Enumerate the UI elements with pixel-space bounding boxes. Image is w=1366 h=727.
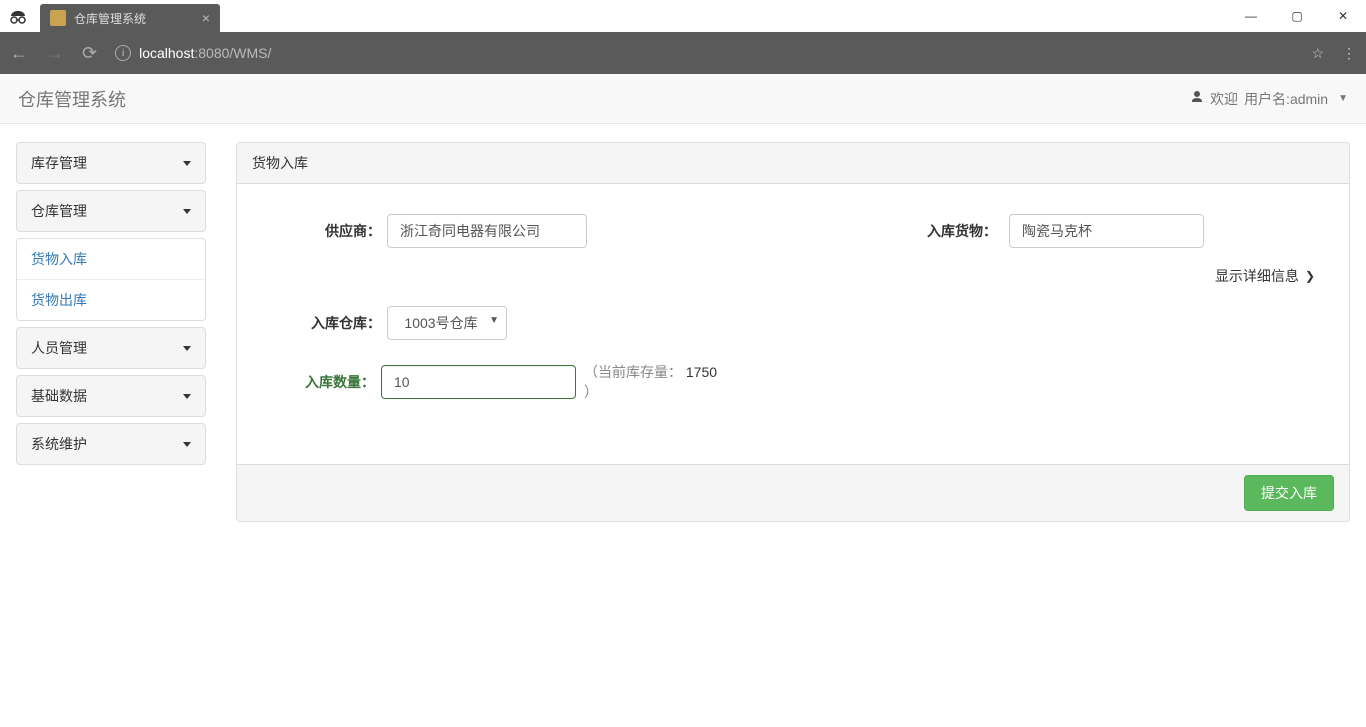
bookmark-icon[interactable]: ☆ [1311,45,1324,62]
show-detail-label: 显示详细信息 [1215,266,1299,286]
tab-title: 仓库管理系统 [74,10,146,27]
caret-icon [183,442,191,447]
main-content: 货物入库 供应商： 入库货物： 显示详细信息 ❯ [236,142,1350,522]
welcome-text: 欢迎 [1210,89,1238,109]
sidebar: 库存管理 仓库管理 货物入库 货物出库 人员管理 [16,142,206,522]
user-icon [1190,90,1204,107]
favicon-icon [50,10,66,26]
forward-button[interactable]: → [46,43,64,64]
browser-menu-icon[interactable]: ⋮ [1342,45,1356,62]
sidebar-item-system[interactable]: 系统维护 [16,423,206,465]
url-field[interactable]: i localhost:8080/WMS/ [115,45,1293,61]
supplier-label: 供应商： [267,221,387,241]
stock-value: 1750 [686,364,717,380]
close-window-button[interactable]: ✕ [1320,0,1366,32]
caret-icon [183,394,191,399]
tab-bar: 仓库管理系统 × — ▢ ✕ [0,0,1366,32]
caret-icon [183,346,191,351]
sidebar-label: 基础数据 [31,386,87,406]
browser-tab[interactable]: 仓库管理系统 × [40,4,220,32]
warehouse-label: 入库仓库： [267,313,387,333]
site-info-icon[interactable]: i [115,45,131,61]
sidebar-label: 人员管理 [31,338,87,358]
browser-chrome: 仓库管理系统 × — ▢ ✕ ← → ⟳ i localhost:8080/WM… [0,0,1366,74]
caret-down-icon: ▼ [1338,93,1348,104]
back-button[interactable]: ← [10,43,28,64]
app-header: 仓库管理系统 欢迎 用户名:admin ▼ [0,74,1366,124]
sidebar-item-basedata[interactable]: 基础数据 [16,375,206,417]
sidebar-label: 库存管理 [31,153,87,173]
sidebar-item-warehouse[interactable]: 仓库管理 [16,190,206,232]
sidebar-subitem-stock-in[interactable]: 货物入库 [17,239,205,280]
submit-button[interactable]: 提交入库 [1244,475,1334,511]
main-container: 库存管理 仓库管理 货物入库 货物出库 人员管理 [0,124,1366,540]
qty-label: 入库数量： [267,372,381,392]
url-path: /WMS/ [229,45,271,61]
incognito-icon [8,6,28,27]
sidebar-item-inventory[interactable]: 库存管理 [16,142,206,184]
minimize-button[interactable]: — [1228,0,1274,32]
qty-input[interactable] [381,365,576,399]
warehouse-select[interactable]: 1003号仓库 [387,306,507,340]
url-host: localhost [139,45,194,61]
sidebar-item-personnel[interactable]: 人员管理 [16,327,206,369]
caret-icon [183,161,191,166]
caret-icon [183,209,191,214]
sidebar-subitem-stock-out[interactable]: 货物出库 [17,280,205,320]
sidebar-submenu: 货物入库 货物出库 [16,238,206,321]
supplier-input[interactable] [387,214,587,248]
user-menu[interactable]: 欢迎 用户名:admin ▼ [1190,89,1348,109]
app-brand: 仓库管理系统 [18,86,126,112]
show-detail-toggle[interactable]: 显示详细信息 ❯ [1215,266,1315,286]
stock-hint: （当前库存量： 1750 ） [584,362,727,402]
reload-button[interactable]: ⟳ [82,43,97,64]
goods-input[interactable] [1009,214,1204,248]
maximize-button[interactable]: ▢ [1274,0,1320,32]
stock-in-panel: 货物入库 供应商： 入库货物： 显示详细信息 ❯ [236,142,1350,522]
address-bar: ← → ⟳ i localhost:8080/WMS/ ☆ ⋮ [0,32,1366,74]
sidebar-label: 系统维护 [31,434,87,454]
username-text: 用户名:admin [1244,89,1328,109]
close-tab-icon[interactable]: × [202,10,210,26]
panel-title: 货物入库 [237,143,1349,184]
url-port: :8080 [194,45,229,61]
goods-label: 入库货物： [927,221,1003,241]
sidebar-label: 仓库管理 [31,201,87,221]
window-controls: — ▢ ✕ [1228,0,1366,32]
chevron-down-icon: ❯ [1305,269,1315,283]
